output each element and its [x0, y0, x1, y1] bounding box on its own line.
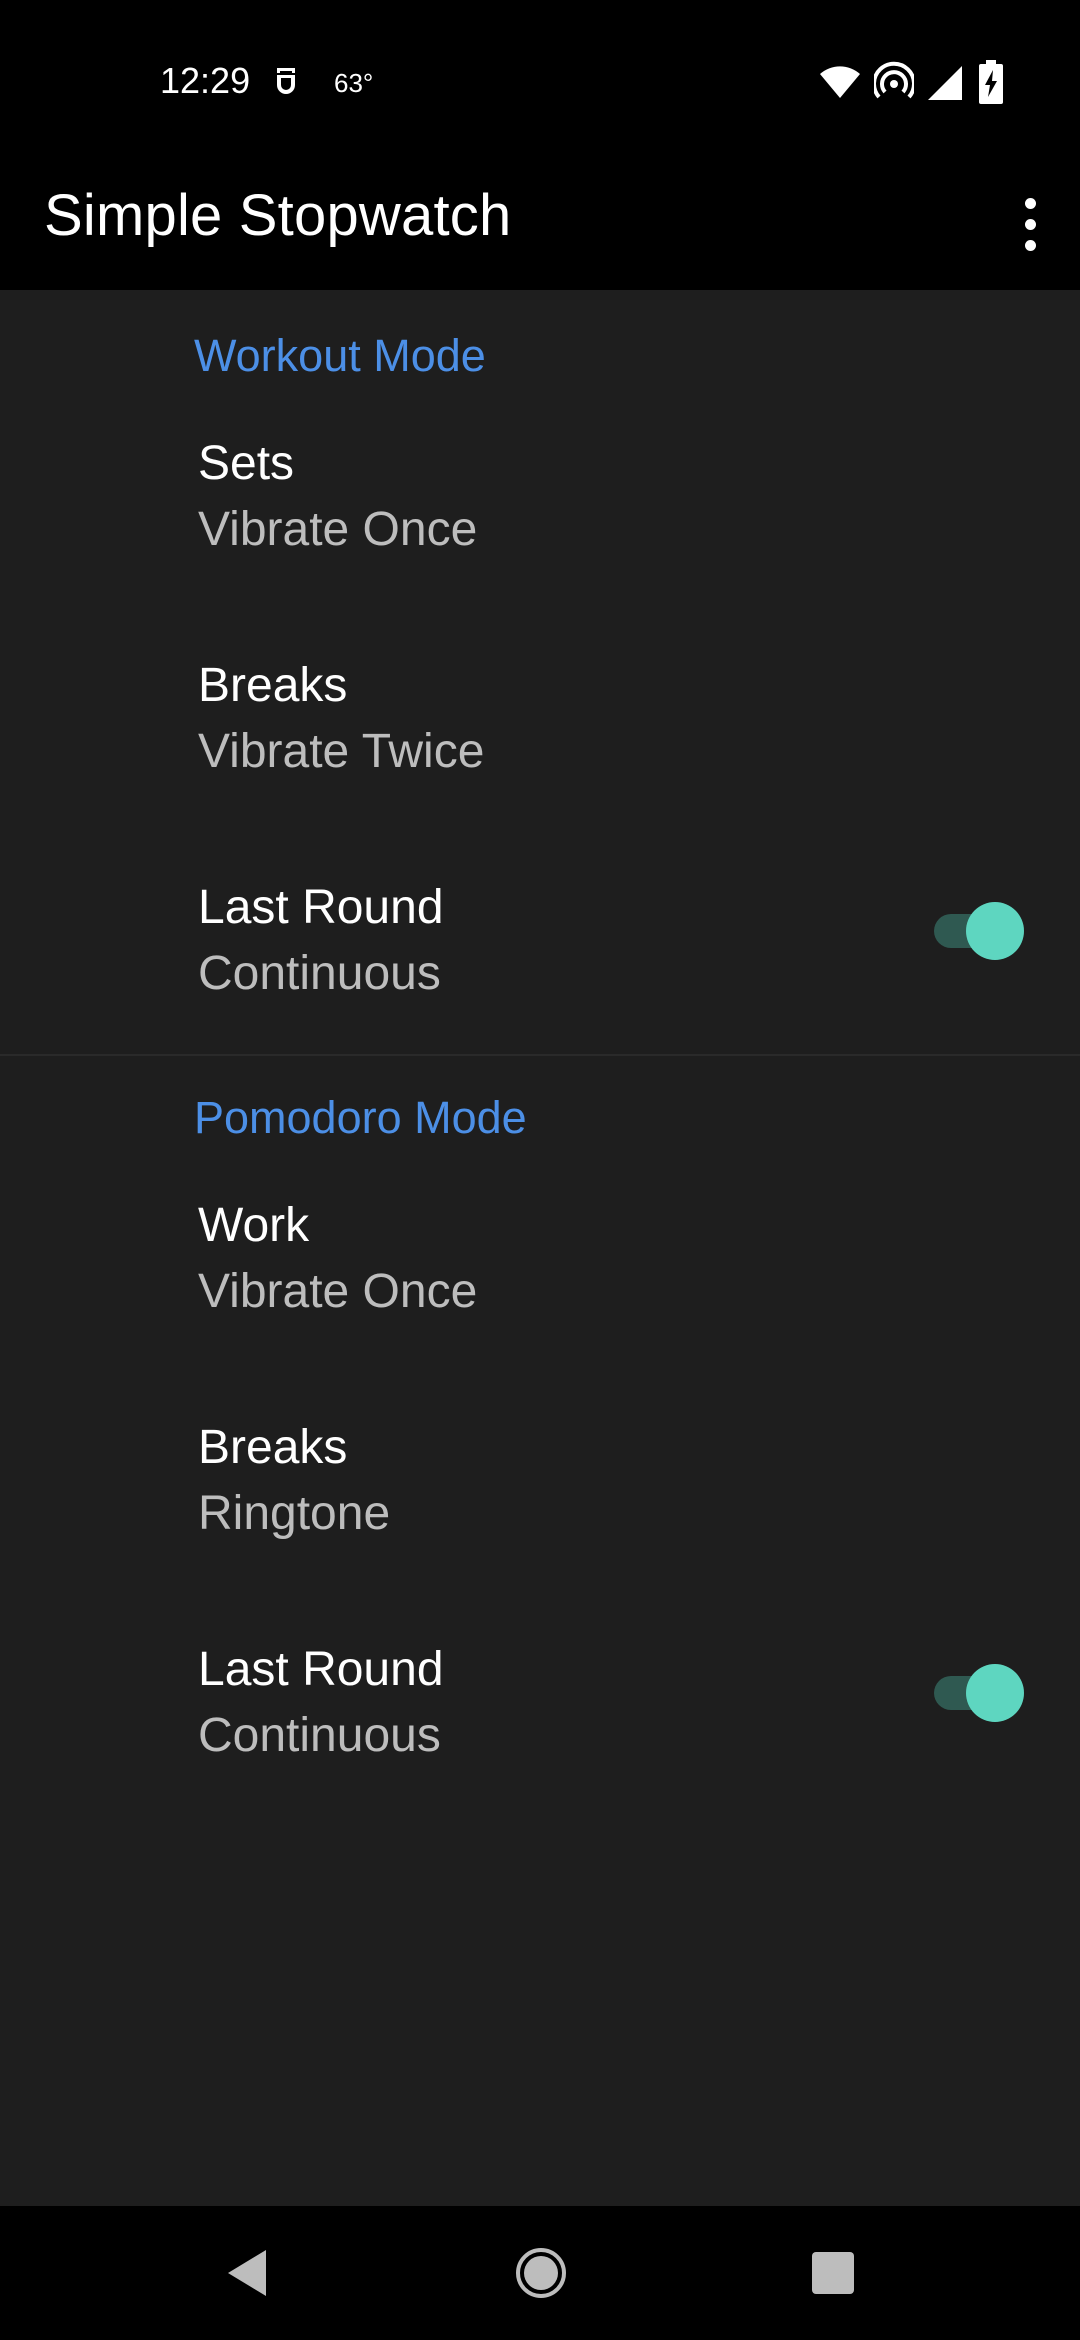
pref-summary: Continuous	[198, 1709, 441, 1762]
hotspot-icon	[874, 61, 914, 99]
pref-pomodoro-last-round[interactable]: Last Round Continuous	[0, 1642, 1080, 1864]
pref-summary: Vibrate Once	[198, 503, 478, 556]
section-header-workout: Workout Mode	[194, 330, 486, 381]
settings-list: Workout Mode Sets Vibrate Once Breaks Vi…	[0, 290, 1080, 2206]
pref-summary: Vibrate Twice	[198, 725, 485, 778]
pref-summary: Continuous	[198, 947, 441, 1000]
notification-icon	[277, 68, 295, 94]
back-icon[interactable]	[222, 2246, 274, 2300]
pref-workout-sets[interactable]: Sets Vibrate Once	[0, 436, 1080, 658]
app-bar: Simple Stopwatch	[0, 160, 1080, 290]
status-time: 12:29	[160, 60, 251, 101]
home-icon[interactable]	[514, 2246, 568, 2300]
more-vert-icon	[1024, 197, 1036, 209]
pref-pomodoro-work[interactable]: Work Vibrate Once	[0, 1198, 1080, 1420]
pref-workout-last-round[interactable]: Last Round Continuous	[0, 880, 1080, 1102]
recents-icon[interactable]	[810, 2250, 856, 2296]
weather-temp: 63°	[334, 68, 374, 98]
pref-summary: Vibrate Once	[198, 1265, 478, 1318]
battery-charging-icon	[979, 60, 1003, 104]
pref-title: Breaks	[198, 1421, 348, 1474]
app-title: Simple Stopwatch	[44, 183, 512, 248]
toggle-thumb	[966, 902, 1024, 960]
status-bar: 12:29 63°	[0, 0, 1080, 160]
pref-summary: Ringtone	[198, 1487, 391, 1540]
last-round-toggle-workout[interactable]	[934, 900, 1026, 960]
pref-title: Last Round	[198, 881, 444, 934]
toggle-thumb	[966, 1664, 1024, 1722]
pref-title: Last Round	[198, 1643, 444, 1696]
last-round-toggle-pomodoro[interactable]	[934, 1662, 1026, 1722]
section-divider	[0, 1054, 1080, 1056]
pref-workout-breaks[interactable]: Breaks Vibrate Twice	[0, 658, 1080, 880]
wifi-icon	[820, 66, 860, 98]
more-options-button[interactable]	[990, 174, 1070, 274]
pref-title: Sets	[198, 437, 295, 490]
pref-title: Work	[198, 1199, 310, 1252]
signal-icon	[928, 66, 962, 100]
system-nav-bar	[0, 2206, 1080, 2340]
section-header-pomodoro: Pomodoro Mode	[194, 1092, 527, 1143]
pref-pomodoro-breaks[interactable]: Breaks Ringtone	[0, 1420, 1080, 1642]
pref-title: Breaks	[198, 659, 348, 712]
